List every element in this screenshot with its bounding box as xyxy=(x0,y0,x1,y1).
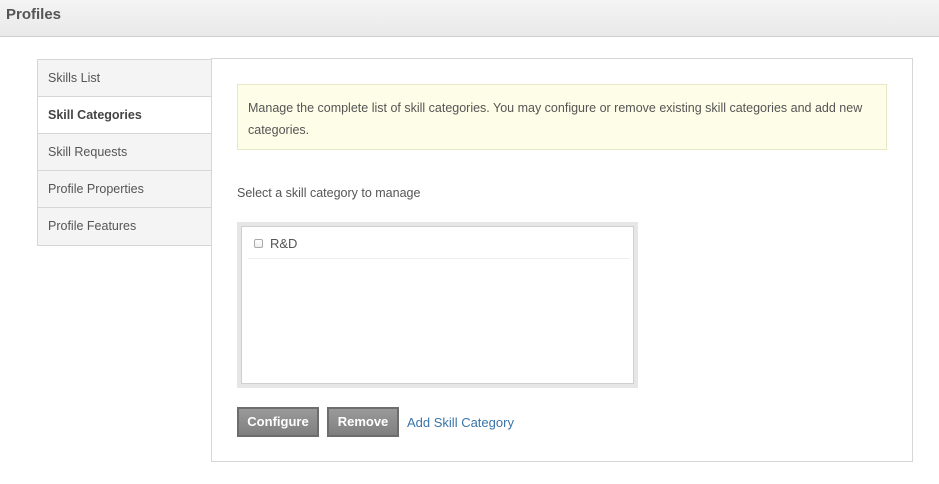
page-title: Profiles xyxy=(6,6,62,23)
category-select-prompt: Select a skill category to manage xyxy=(237,186,421,200)
remove-button[interactable]: Remove xyxy=(327,407,399,437)
category-checkbox[interactable] xyxy=(254,239,263,248)
configure-button[interactable]: Configure xyxy=(237,407,319,437)
sidebar-item-skills-list[interactable]: Skills List xyxy=(38,60,211,97)
add-skill-category-link[interactable]: Add Skill Category xyxy=(407,415,514,430)
skill-category-list[interactable]: R&D xyxy=(237,222,638,388)
sidebar-item-profile-properties[interactable]: Profile Properties xyxy=(38,171,211,208)
sidebar-nav: Skills List Skill Categories Skill Reque… xyxy=(37,59,212,246)
sidebar-item-skill-categories[interactable]: Skill Categories xyxy=(38,97,212,134)
top-header-bar: Profiles xyxy=(0,0,939,37)
list-item[interactable]: R&D xyxy=(248,229,629,259)
main-panel: Manage the complete list of skill catego… xyxy=(211,58,913,462)
info-notice: Manage the complete list of skill catego… xyxy=(237,84,887,150)
sidebar-item-profile-features[interactable]: Profile Features xyxy=(38,208,211,245)
list-inner: R&D xyxy=(241,226,634,384)
sidebar-item-skill-requests[interactable]: Skill Requests xyxy=(38,134,211,171)
category-label: R&D xyxy=(270,236,298,251)
